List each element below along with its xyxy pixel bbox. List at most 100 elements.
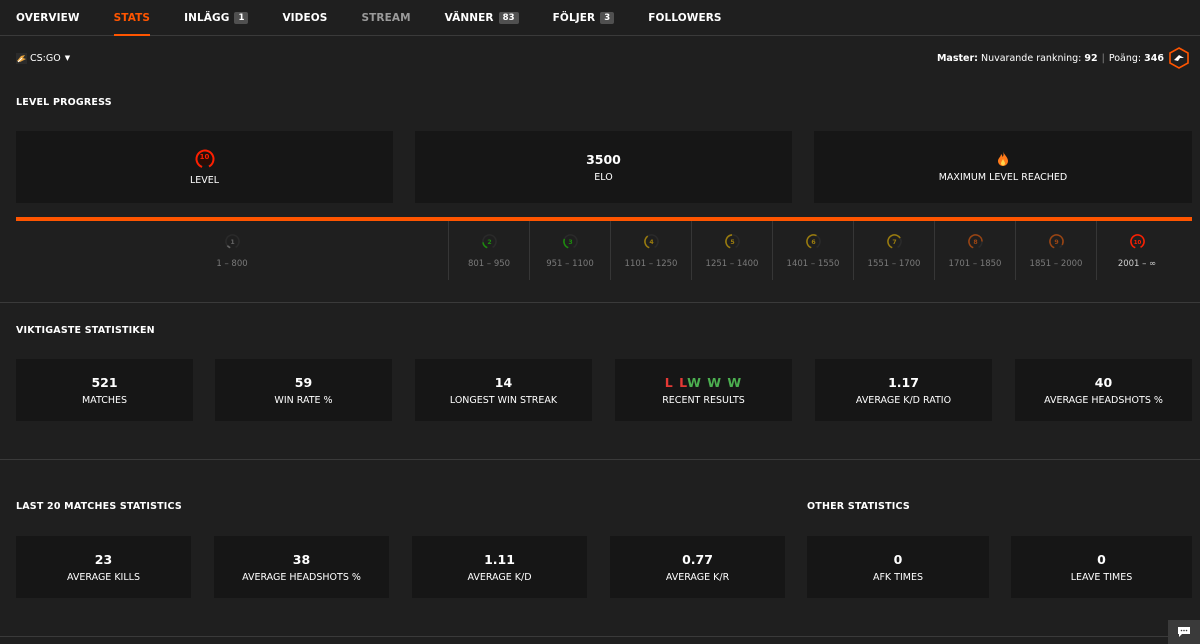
level-range-text: 1701 – 1850 bbox=[948, 259, 1002, 269]
divider bbox=[0, 636, 1200, 637]
tab-label: VIDEOS bbox=[282, 11, 328, 24]
level-number: 9 bbox=[1054, 239, 1058, 246]
level-number: 7 bbox=[892, 239, 896, 246]
tab-label: VÄNNER bbox=[444, 11, 494, 24]
stat-card-headshots: 40 AVERAGE HEADSHOTS % bbox=[1015, 359, 1192, 421]
stat-value: 40 bbox=[1094, 374, 1113, 390]
stat-card-kd-ratio: 1.17 AVERAGE K/D RATIO bbox=[815, 359, 992, 421]
stat-value: 0.77 bbox=[682, 551, 713, 567]
stat-card-recent-results: L LW W W RECENT RESULTS bbox=[615, 359, 792, 421]
count-badge: 83 bbox=[498, 11, 519, 24]
tab-label: OVERVIEW bbox=[16, 11, 80, 24]
stat-card-average-headshots: 38 AVERAGE HEADSHOTS % bbox=[214, 536, 389, 598]
count-badge: 1 bbox=[234, 11, 249, 24]
count-badge: 3 bbox=[600, 11, 615, 24]
elo-value: 3500 bbox=[586, 151, 621, 167]
stat-value: 1.11 bbox=[484, 551, 515, 567]
level-number: 10 bbox=[1133, 240, 1141, 246]
stat-value: 14 bbox=[494, 374, 513, 390]
stat-value: 23 bbox=[94, 551, 113, 567]
result-letter: W bbox=[687, 374, 702, 390]
level-7-icon: 7 bbox=[886, 234, 902, 249]
tab-stream[interactable]: STREAM bbox=[361, 0, 410, 36]
level-range-5: 5 1251 – 1400 bbox=[691, 221, 772, 280]
level-number: 6 bbox=[811, 239, 815, 246]
tab-vanner[interactable]: VÄNNER 83 bbox=[445, 0, 519, 36]
stat-value: 0 bbox=[893, 551, 903, 567]
tab-label: FÖLJER bbox=[552, 11, 596, 24]
stat-card-longest-win-streak: 14 LONGEST WIN STREAK bbox=[415, 359, 592, 421]
level-2-icon: 2 bbox=[481, 234, 497, 249]
level-9-icon: 9 bbox=[1048, 234, 1064, 249]
flame-icon bbox=[998, 151, 1008, 166]
stat-label: AFK TIMES bbox=[872, 571, 924, 583]
level-range-7: 7 1551 – 1700 bbox=[853, 221, 934, 280]
points-value: 346 bbox=[1144, 52, 1164, 64]
result-letter: W bbox=[727, 374, 743, 390]
key-stats-title: VIKTIGASTE STATISTIKEN bbox=[16, 325, 155, 336]
profile-nav: OVERVIEW STATS INLÄGG 1 VIDEOS STREAM VÄN… bbox=[0, 0, 1200, 36]
stat-label: LONGEST WIN STREAK bbox=[449, 394, 558, 406]
level-number: 1 bbox=[230, 239, 234, 246]
stat-label: AVERAGE HEADSHOTS % bbox=[1044, 394, 1163, 406]
level-range-text: 1 – 800 bbox=[216, 259, 248, 269]
stat-card-average-kd: 1.11 AVERAGE K/D bbox=[412, 536, 587, 598]
stat-card-afk-times: 0 AFK TIMES bbox=[807, 536, 989, 598]
tab-videos[interactable]: VIDEOS bbox=[282, 0, 327, 36]
ranking-tier: Master: bbox=[936, 52, 978, 64]
level-range-9: 9 1851 – 2000 bbox=[1015, 221, 1096, 280]
tab-label: STREAM bbox=[361, 11, 411, 24]
divider bbox=[0, 459, 1200, 460]
tab-label: STATS bbox=[113, 11, 151, 24]
max-level-card: MAXIMUM LEVEL REACHED bbox=[814, 131, 1192, 203]
tab-followers[interactable]: FOLLOWERS bbox=[648, 0, 721, 36]
stat-label: WIN RATE % bbox=[274, 394, 333, 406]
stat-card-average-kr: 0.77 AVERAGE K/R bbox=[610, 536, 785, 598]
stat-label: AVERAGE K/D bbox=[467, 571, 532, 583]
last20-title: LAST 20 MATCHES STATISTICS bbox=[16, 501, 182, 512]
divider bbox=[0, 302, 1200, 303]
level-card: 10 LEVEL bbox=[16, 131, 393, 203]
tab-overview[interactable]: OVERVIEW bbox=[16, 0, 80, 36]
points-label: Poäng: bbox=[1108, 52, 1142, 64]
level-label: LEVEL bbox=[189, 175, 220, 186]
stat-value: 59 bbox=[294, 374, 313, 390]
level-range-4: 4 1101 – 1250 bbox=[610, 221, 691, 280]
level-progress-title: LEVEL PROGRESS bbox=[16, 97, 112, 108]
max-level-label: MAXIMUM LEVEL REACHED bbox=[938, 172, 1068, 183]
stat-label: LEAVE TIMES bbox=[1070, 571, 1133, 583]
tab-stats[interactable]: STATS bbox=[113, 0, 151, 36]
level-range-text: 1551 – 1700 bbox=[867, 259, 921, 269]
stat-card-win-rate: 59 WIN RATE % bbox=[215, 359, 392, 421]
other-stats-title: OTHER STATISTICS bbox=[807, 501, 910, 512]
level-range-8: 8 1701 – 1850 bbox=[934, 221, 1015, 280]
tab-inlagg[interactable]: INLÄGG 1 bbox=[184, 0, 249, 36]
master-rank-icon bbox=[1169, 47, 1189, 69]
stat-label: AVERAGE K/D RATIO bbox=[855, 394, 952, 406]
chevron-down-icon: ▼ bbox=[64, 54, 71, 62]
chat-button[interactable] bbox=[1168, 620, 1200, 644]
tab-label: INLÄGG bbox=[184, 11, 230, 24]
result-letter: W bbox=[707, 374, 723, 390]
result-letter: L bbox=[679, 374, 688, 390]
stat-card-average-kills: 23 AVERAGE KILLS bbox=[16, 536, 191, 598]
level-range-3: 3 951 – 1100 bbox=[529, 221, 610, 280]
stat-label: AVERAGE K/R bbox=[665, 571, 730, 583]
recent-results: L LW W W bbox=[665, 375, 742, 390]
level-3-icon: 3 bbox=[562, 234, 578, 249]
game-selector[interactable]: CS:GO ▼ bbox=[16, 52, 71, 64]
csgo-icon bbox=[16, 52, 27, 64]
level-range-text: 2001 – ∞ bbox=[1117, 259, 1157, 269]
level-5-icon: 5 bbox=[724, 234, 740, 249]
tab-foljer[interactable]: FÖLJER 3 bbox=[553, 0, 615, 36]
level-10-icon: 10 bbox=[1129, 234, 1145, 249]
level-range-6: 6 1401 – 1550 bbox=[772, 221, 853, 280]
level-number: 5 bbox=[730, 239, 734, 246]
level-range-text: 951 – 1100 bbox=[546, 259, 594, 269]
elo-card: 3500 ELO bbox=[415, 131, 792, 203]
game-name: CS:GO bbox=[30, 52, 61, 64]
level-range-text: 1401 – 1550 bbox=[786, 259, 840, 269]
level-range-text: 1251 – 1400 bbox=[705, 259, 759, 269]
rank-value: 92 bbox=[1084, 52, 1098, 64]
stat-card-leave-times: 0 LEAVE TIMES bbox=[1011, 536, 1192, 598]
